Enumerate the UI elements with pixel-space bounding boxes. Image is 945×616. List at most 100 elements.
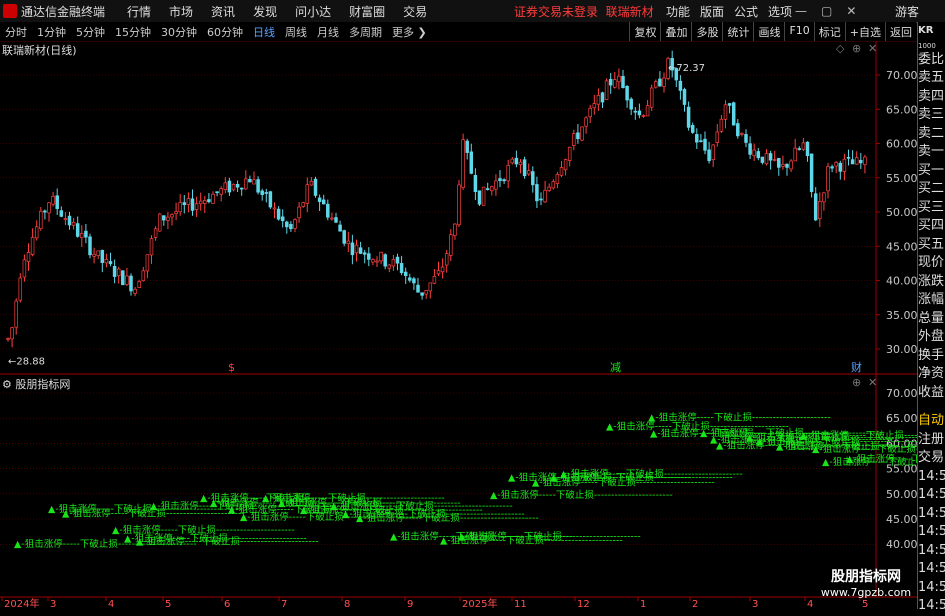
candle-body — [834, 162, 838, 167]
chart-zoom-icon[interactable]: ⊕ — [852, 42, 861, 55]
minimize-icon[interactable]: — — [795, 4, 807, 18]
restore-icon[interactable]: ▢ — [821, 4, 832, 18]
candle-body — [18, 277, 23, 301]
menu-item-ask[interactable]: 问小达 — [295, 3, 331, 20]
candle-body — [178, 202, 182, 213]
candle-body — [141, 270, 146, 281]
side-tab-7: 14:5 — [918, 542, 945, 558]
menu-item-news[interactable]: 资讯 — [211, 3, 235, 20]
menu-item-function[interactable]: 功能 — [666, 3, 690, 20]
candle-body — [621, 76, 625, 88]
period-60min[interactable]: 60分钟 — [207, 24, 243, 40]
candle-body — [567, 146, 572, 161]
menu-item-discover[interactable]: 发现 — [253, 3, 277, 20]
period-daily[interactable]: 日线 — [253, 24, 275, 40]
candle-body — [149, 238, 154, 256]
tool-mark[interactable]: 标记 — [813, 22, 845, 41]
candle-body — [342, 230, 346, 244]
candle-body — [506, 165, 510, 182]
price-tick-label: 35.00 — [886, 309, 917, 322]
price-tick-label: 50.00 — [886, 206, 917, 219]
candle-body — [190, 198, 195, 211]
candle-body — [125, 275, 129, 285]
candle-body — [744, 134, 748, 143]
tool-adjust[interactable]: 复权 — [629, 22, 660, 41]
tool-f10[interactable]: F10 — [784, 22, 813, 41]
tool-back[interactable]: 返回 — [885, 22, 916, 41]
sub-chart-close-icon[interactable]: ✕ — [868, 376, 877, 389]
quote-field-3: 卖三 — [918, 107, 945, 122]
login-notice[interactable]: 证券交易未登录 联瑞新材 — [514, 3, 654, 20]
tool-stats[interactable]: 统计 — [722, 22, 753, 41]
indicator-gear-icon[interactable]: ⚙ — [2, 378, 12, 391]
quote-field-11: 现价 — [918, 255, 945, 270]
price-tick-label: 55.00 — [886, 172, 917, 185]
guest-user[interactable]: 游客 — [895, 3, 919, 20]
time-label: 7 — [281, 599, 287, 609]
time-label: 6 — [224, 599, 230, 609]
candle-body — [170, 214, 174, 218]
side-tab-0[interactable]: 自动 — [918, 412, 945, 431]
candle-body — [321, 199, 326, 205]
sub-chart-zoom-icon[interactable]: ⊕ — [852, 376, 861, 389]
quote-field-13: 涨幅 — [918, 292, 945, 307]
period-more[interactable]: 更多 ❯ — [392, 24, 427, 40]
period-multi[interactable]: 多周期 — [349, 24, 382, 40]
candle-body — [280, 216, 285, 222]
tool-draw[interactable]: 画线 — [753, 22, 784, 41]
tool-multi-stock[interactable]: 多股 — [691, 22, 722, 41]
chart-close-icon[interactable]: ✕ — [868, 42, 877, 55]
tool-overlay[interactable]: 叠加 — [660, 22, 691, 41]
candle-body — [822, 192, 826, 203]
candle-body — [96, 250, 100, 256]
candle-body — [223, 182, 228, 190]
candle-body — [207, 199, 211, 203]
candle-body — [55, 195, 59, 210]
close-icon[interactable]: ✕ — [846, 4, 856, 18]
signal-label: ▲-狙击涨停-----下破止损----------------------- — [136, 536, 319, 548]
candle-body — [317, 197, 322, 202]
candle-body — [235, 183, 240, 188]
candle-body — [805, 141, 810, 157]
candle-body — [498, 178, 502, 182]
event-marker-0: $ — [228, 361, 235, 374]
tool-add-watchlist[interactable]: +自选 — [844, 22, 885, 41]
menu-item-market[interactable]: 市场 — [169, 3, 193, 20]
period-intraday[interactable]: 分时 — [5, 24, 27, 40]
menu-item-wealth[interactable]: 财富圈 — [349, 3, 385, 20]
menu-item-trade[interactable]: 交易 — [403, 3, 427, 20]
candle-body — [264, 192, 269, 194]
candle-body — [330, 217, 334, 220]
menu-item-formula[interactable]: 公式 — [734, 3, 758, 20]
candle-body — [641, 115, 646, 117]
period-monthly[interactable]: 月线 — [317, 24, 339, 40]
period-15min[interactable]: 15分钟 — [115, 24, 151, 40]
candle-body — [863, 156, 867, 165]
menu-item-layout[interactable]: 版面 — [700, 3, 724, 20]
candle-body — [707, 149, 711, 162]
candle-body — [461, 139, 465, 188]
side-tab-2[interactable]: 交易 — [918, 449, 945, 468]
time-label: 4 — [807, 599, 813, 609]
candle-body — [719, 118, 724, 132]
kline-chart[interactable]: 70.00 65.00 60.00 55.00 50.00 45.00 40.00 35.00… — [0, 41, 917, 609]
candle-body — [617, 75, 621, 83]
candle-body — [30, 237, 35, 255]
period-5min[interactable]: 5分钟 — [76, 24, 105, 40]
candle-body — [43, 210, 47, 213]
candle-body — [703, 138, 707, 151]
candle-body — [305, 184, 310, 204]
price-tick-label: 65.00 — [886, 103, 917, 116]
candle-body — [600, 92, 605, 103]
period-1min[interactable]: 1分钟 — [37, 24, 66, 40]
period-weekly[interactable]: 周线 — [285, 24, 307, 40]
watermark-title: 股朋指标网 — [831, 569, 901, 585]
menu-item-options[interactable]: 选项 — [768, 3, 792, 20]
menu-item-quotes[interactable]: 行情 — [127, 3, 151, 20]
side-tab-1[interactable]: 注册 — [918, 431, 945, 450]
candle-body — [182, 202, 187, 206]
period-30min[interactable]: 30分钟 — [161, 24, 197, 40]
candle-body — [510, 158, 515, 164]
chart-menu-icon[interactable]: ◇ — [836, 42, 844, 55]
candle-body — [379, 252, 383, 262]
